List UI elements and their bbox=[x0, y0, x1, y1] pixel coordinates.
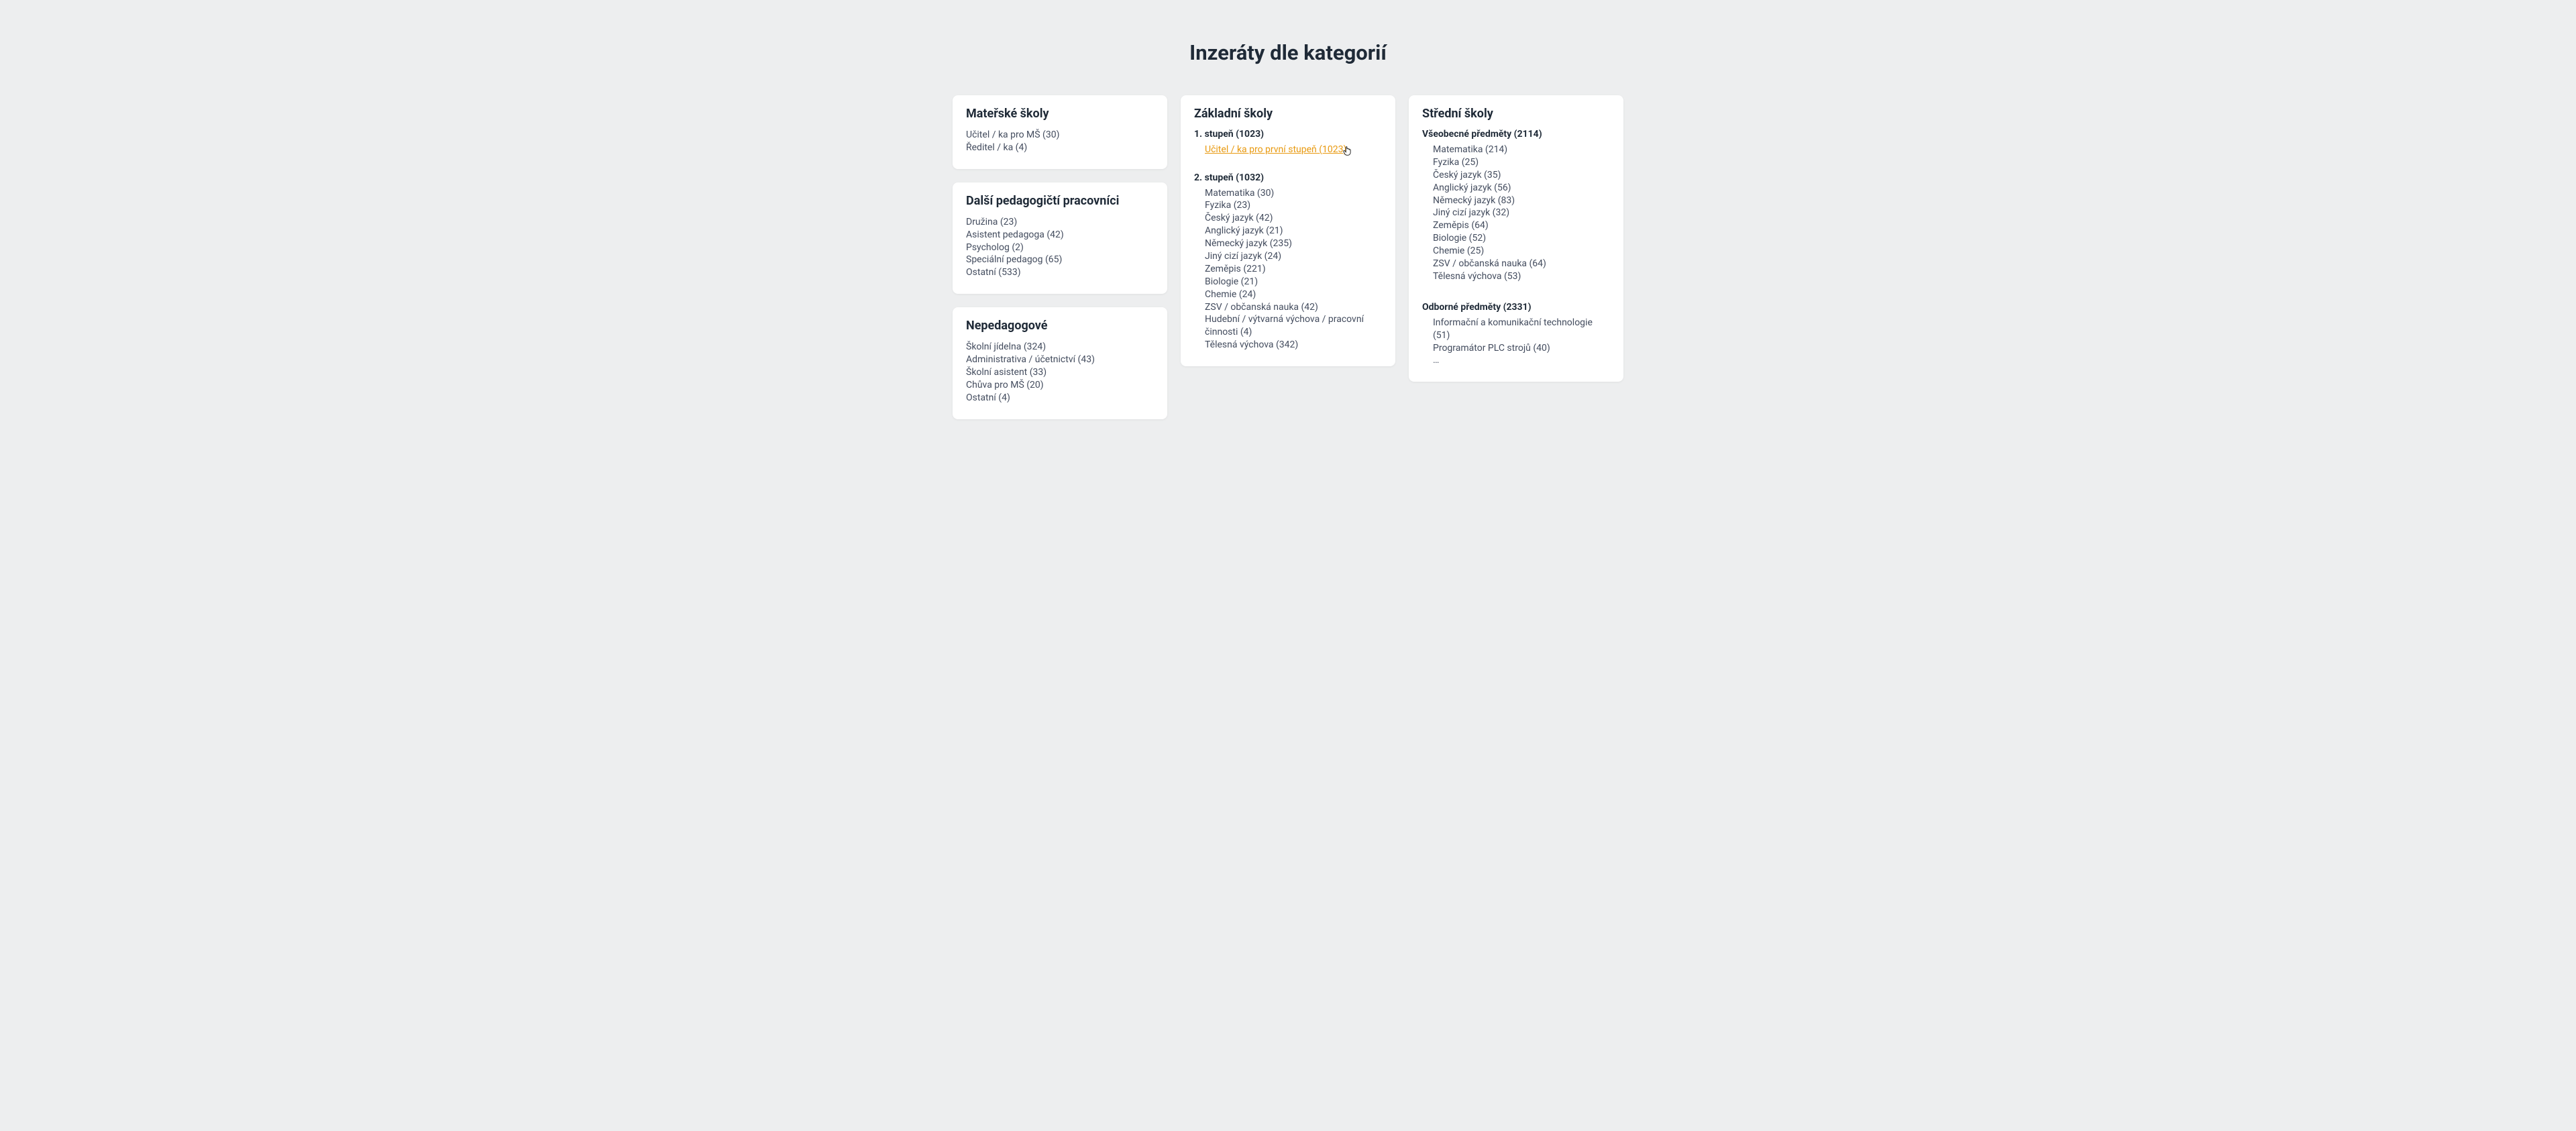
item-list: Matematika (30) Fyzika (23) Český jazyk … bbox=[1194, 187, 1382, 352]
card-zakladni-skoly: Základní školy 1. stupeň (1023) Učitel /… bbox=[1181, 95, 1395, 366]
list-item[interactable]: ZSV / občanská nauka (64) bbox=[1433, 258, 1610, 270]
list-item[interactable]: Ostatní (533) bbox=[966, 266, 1154, 279]
link-hovered[interactable]: Učitel / ka pro první stupeň (1023) bbox=[1205, 144, 1346, 155]
item-list: Učitel / ka pro první stupeň (1023) bbox=[1194, 144, 1382, 160]
list-item[interactable]: Tělesná výchova (342) bbox=[1205, 339, 1382, 352]
list-item[interactable]: Družina (23) bbox=[966, 216, 1154, 229]
section-title[interactable]: 2. stupeň (1032) bbox=[1194, 172, 1382, 183]
list-item[interactable]: Německý jazyk (83) bbox=[1433, 195, 1610, 207]
list-item[interactable]: Fyzika (23) bbox=[1205, 199, 1382, 212]
list-item[interactable]: Zeměpis (221) bbox=[1205, 263, 1382, 276]
list-item[interactable]: … bbox=[1433, 354, 1610, 367]
list-item[interactable]: Školní asistent (33) bbox=[966, 366, 1154, 379]
section-title[interactable]: Odborné předměty (2331) bbox=[1422, 302, 1610, 313]
list-item[interactable]: Anglický jazyk (21) bbox=[1205, 225, 1382, 237]
card-title: Základní školy bbox=[1194, 107, 1382, 121]
card-title: Střední školy bbox=[1422, 107, 1610, 121]
list-item[interactable]: Jiný cizí jazyk (24) bbox=[1205, 250, 1382, 263]
list-item[interactable]: Administrativa / účetnictví (43) bbox=[966, 354, 1154, 366]
list-item[interactable]: Hudební / výtvarná výchova / pracovní či… bbox=[1205, 313, 1382, 339]
list-item[interactable]: Školní jídelna (324) bbox=[966, 341, 1154, 354]
list-item[interactable]: Programátor PLC strojů (40) bbox=[1433, 342, 1610, 355]
list-item[interactable]: Ostatní (4) bbox=[966, 392, 1154, 405]
column-2: Základní školy 1. stupeň (1023) Učitel /… bbox=[1181, 95, 1395, 366]
list-item[interactable]: Speciální pedagog (65) bbox=[966, 254, 1154, 266]
list-item[interactable]: Tělesná výchova (53) bbox=[1433, 270, 1610, 283]
columns: Mateřské školy Učitel / ka pro MŠ (30) Ř… bbox=[953, 95, 1623, 419]
list-item[interactable]: Německý jazyk (235) bbox=[1205, 237, 1382, 250]
list-item[interactable]: Jiný cizí jazyk (32) bbox=[1433, 207, 1610, 219]
list-item[interactable]: Fyzika (25) bbox=[1433, 156, 1610, 169]
list-item[interactable]: Chůva pro MŠ (20) bbox=[966, 379, 1154, 392]
list-item[interactable]: Učitel / ka pro první stupeň (1023) bbox=[1205, 144, 1382, 160]
list-item[interactable]: Český jazyk (42) bbox=[1205, 212, 1382, 225]
list-item[interactable]: Chemie (24) bbox=[1205, 288, 1382, 301]
list-item[interactable]: Matematika (214) bbox=[1433, 144, 1610, 156]
list-item[interactable]: Psycholog (2) bbox=[966, 241, 1154, 254]
item-list: Učitel / ka pro MŠ (30) Ředitel / ka (4) bbox=[966, 129, 1154, 154]
list-item[interactable]: Informační a komunikační technologie (51… bbox=[1433, 317, 1610, 342]
card-dalsi-pedagogicti: Další pedagogičtí pracovníci Družina (23… bbox=[953, 182, 1167, 294]
list-item[interactable]: ZSV / občanská nauka (42) bbox=[1205, 301, 1382, 314]
item-list: Informační a komunikační technologie (51… bbox=[1422, 317, 1610, 368]
card-title: Další pedagogičtí pracovníci bbox=[966, 194, 1154, 208]
list-item[interactable]: Učitel / ka pro MŠ (30) bbox=[966, 129, 1154, 142]
column-3: Střední školy Všeobecné předměty (2114) … bbox=[1409, 95, 1623, 382]
card-nepedagogove: Nepedagogové Školní jídelna (324) Admini… bbox=[953, 307, 1167, 419]
page-title: Inzeráty dle kategorií bbox=[953, 40, 1623, 65]
card-title: Mateřské školy bbox=[966, 107, 1154, 121]
card-materske-skoly: Mateřské školy Učitel / ka pro MŠ (30) Ř… bbox=[953, 95, 1167, 169]
section-title[interactable]: 1. stupeň (1023) bbox=[1194, 129, 1382, 140]
list-item[interactable]: Anglický jazyk (56) bbox=[1433, 182, 1610, 195]
list-item[interactable]: Ředitel / ka (4) bbox=[966, 142, 1154, 154]
item-list: Školní jídelna (324) Administrativa / úč… bbox=[966, 341, 1154, 404]
list-item[interactable]: Matematika (30) bbox=[1205, 187, 1382, 200]
list-item[interactable]: Zeměpis (64) bbox=[1433, 219, 1610, 232]
column-1: Mateřské školy Učitel / ka pro MŠ (30) Ř… bbox=[953, 95, 1167, 419]
section-title[interactable]: Všeobecné předměty (2114) bbox=[1422, 129, 1610, 140]
card-title: Nepedagogové bbox=[966, 319, 1154, 333]
list-item[interactable]: Asistent pedagoga (42) bbox=[966, 229, 1154, 241]
item-list: Matematika (214) Fyzika (25) Český jazyk… bbox=[1422, 144, 1610, 283]
list-item[interactable]: Chemie (25) bbox=[1433, 245, 1610, 258]
list-item[interactable]: Biologie (21) bbox=[1205, 276, 1382, 288]
item-list: Družina (23) Asistent pedagoga (42) Psyc… bbox=[966, 216, 1154, 279]
cursor-pointer-icon bbox=[1342, 146, 1352, 160]
list-item[interactable]: Biologie (52) bbox=[1433, 232, 1610, 245]
card-stredni-skoly: Střední školy Všeobecné předměty (2114) … bbox=[1409, 95, 1623, 382]
list-item[interactable]: Český jazyk (35) bbox=[1433, 169, 1610, 182]
